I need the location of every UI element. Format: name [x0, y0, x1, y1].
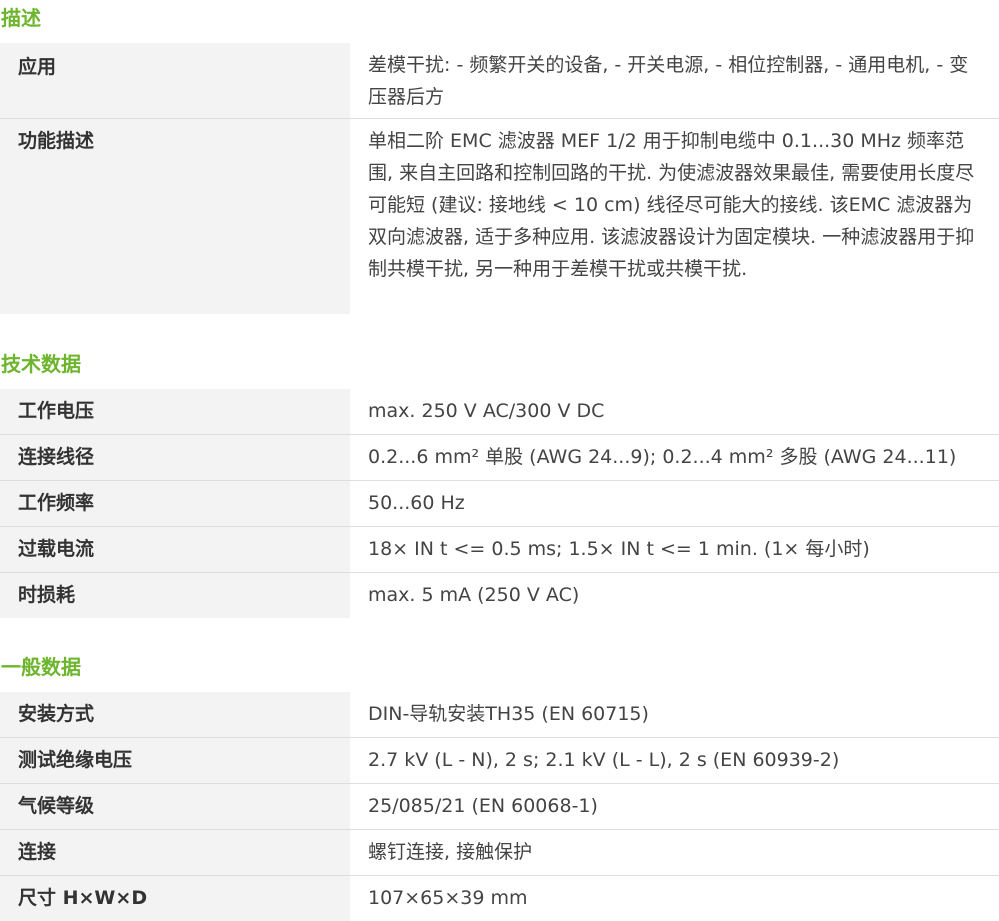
table-row: 安装方式 DIN-导轨安装TH35 (EN 60715): [0, 692, 999, 738]
row-value: 2.7 kV (L - N), 2 s; 2.1 kV (L - L), 2 s…: [368, 749, 840, 771]
row-label: 功能描述: [0, 119, 350, 314]
row-value: 螺钉连接, 接触保护: [368, 841, 533, 863]
row-label: 过载电流: [0, 527, 350, 572]
row-label: 工作电压: [0, 389, 350, 434]
description-table: 应用 差模干扰: - 频繁开关的设备, - 开关电源, - 相位控制器, - 通…: [0, 43, 999, 314]
table-row: 功能描述 单相二阶 EMC 滤波器 MEF 1/2 用于抑制电缆中 0.1...…: [0, 119, 999, 314]
row-value: 单相二阶 EMC 滤波器 MEF 1/2 用于抑制电缆中 0.1...30 MH…: [368, 130, 975, 280]
row-value: 25/085/21 (EN 60068-1): [368, 795, 598, 817]
table-row: 工作电压 max. 250 V AC/300 V DC: [0, 389, 999, 435]
table-row: 连接 螺钉连接, 接触保护: [0, 830, 999, 876]
row-label: 尺寸 H×W×D: [0, 876, 350, 921]
section-title-description: 描述: [1, 6, 41, 30]
technical-section: 技术数据: [0, 350, 999, 378]
section-title-technical: 技术数据: [1, 352, 81, 376]
technical-table: 工作电压 max. 250 V AC/300 V DC 连接线径 0.2...6…: [0, 389, 999, 618]
row-value: max. 5 mA (250 V AC): [368, 584, 580, 606]
general-section: 一般数据: [0, 653, 999, 681]
row-label: 连接线径: [0, 435, 350, 480]
row-label: 工作频率: [0, 481, 350, 526]
table-row: 时损耗 max. 5 mA (250 V AC): [0, 573, 999, 618]
row-value: max. 250 V AC/300 V DC: [368, 400, 605, 422]
table-row: 工作频率 50...60 Hz: [0, 481, 999, 527]
row-label: 连接: [0, 830, 350, 875]
table-row: 气候等级 25/085/21 (EN 60068-1): [0, 784, 999, 830]
row-value: 0.2...6 mm² 单股 (AWG 24...9); 0.2...4 mm²…: [368, 446, 957, 468]
table-row: 连接线径 0.2...6 mm² 单股 (AWG 24...9); 0.2...…: [0, 435, 999, 481]
table-row: 尺寸 H×W×D 107×65×39 mm: [0, 876, 999, 921]
description-section: 描述: [0, 4, 999, 32]
row-value: 50...60 Hz: [368, 492, 465, 514]
row-value: DIN-导轨安装TH35 (EN 60715): [368, 703, 649, 725]
row-label: 安装方式: [0, 692, 350, 737]
section-title-general: 一般数据: [1, 655, 81, 679]
row-value: 18× IN t <= 0.5 ms; 1.5× IN t <= 1 min. …: [368, 538, 870, 560]
row-value: 107×65×39 mm: [368, 887, 528, 909]
row-label: 应用: [0, 43, 350, 118]
table-row: 应用 差模干扰: - 频繁开关的设备, - 开关电源, - 相位控制器, - 通…: [0, 43, 999, 119]
row-label: 气候等级: [0, 784, 350, 829]
table-row: 测试绝缘电压 2.7 kV (L - N), 2 s; 2.1 kV (L - …: [0, 738, 999, 784]
row-label: 时损耗: [0, 573, 350, 618]
row-value: 差模干扰: - 频繁开关的设备, - 开关电源, - 相位控制器, - 通用电机…: [368, 54, 969, 108]
general-table: 安装方式 DIN-导轨安装TH35 (EN 60715) 测试绝缘电压 2.7 …: [0, 692, 999, 921]
row-label: 测试绝缘电压: [0, 738, 350, 783]
table-row: 过载电流 18× IN t <= 0.5 ms; 1.5× IN t <= 1 …: [0, 527, 999, 573]
